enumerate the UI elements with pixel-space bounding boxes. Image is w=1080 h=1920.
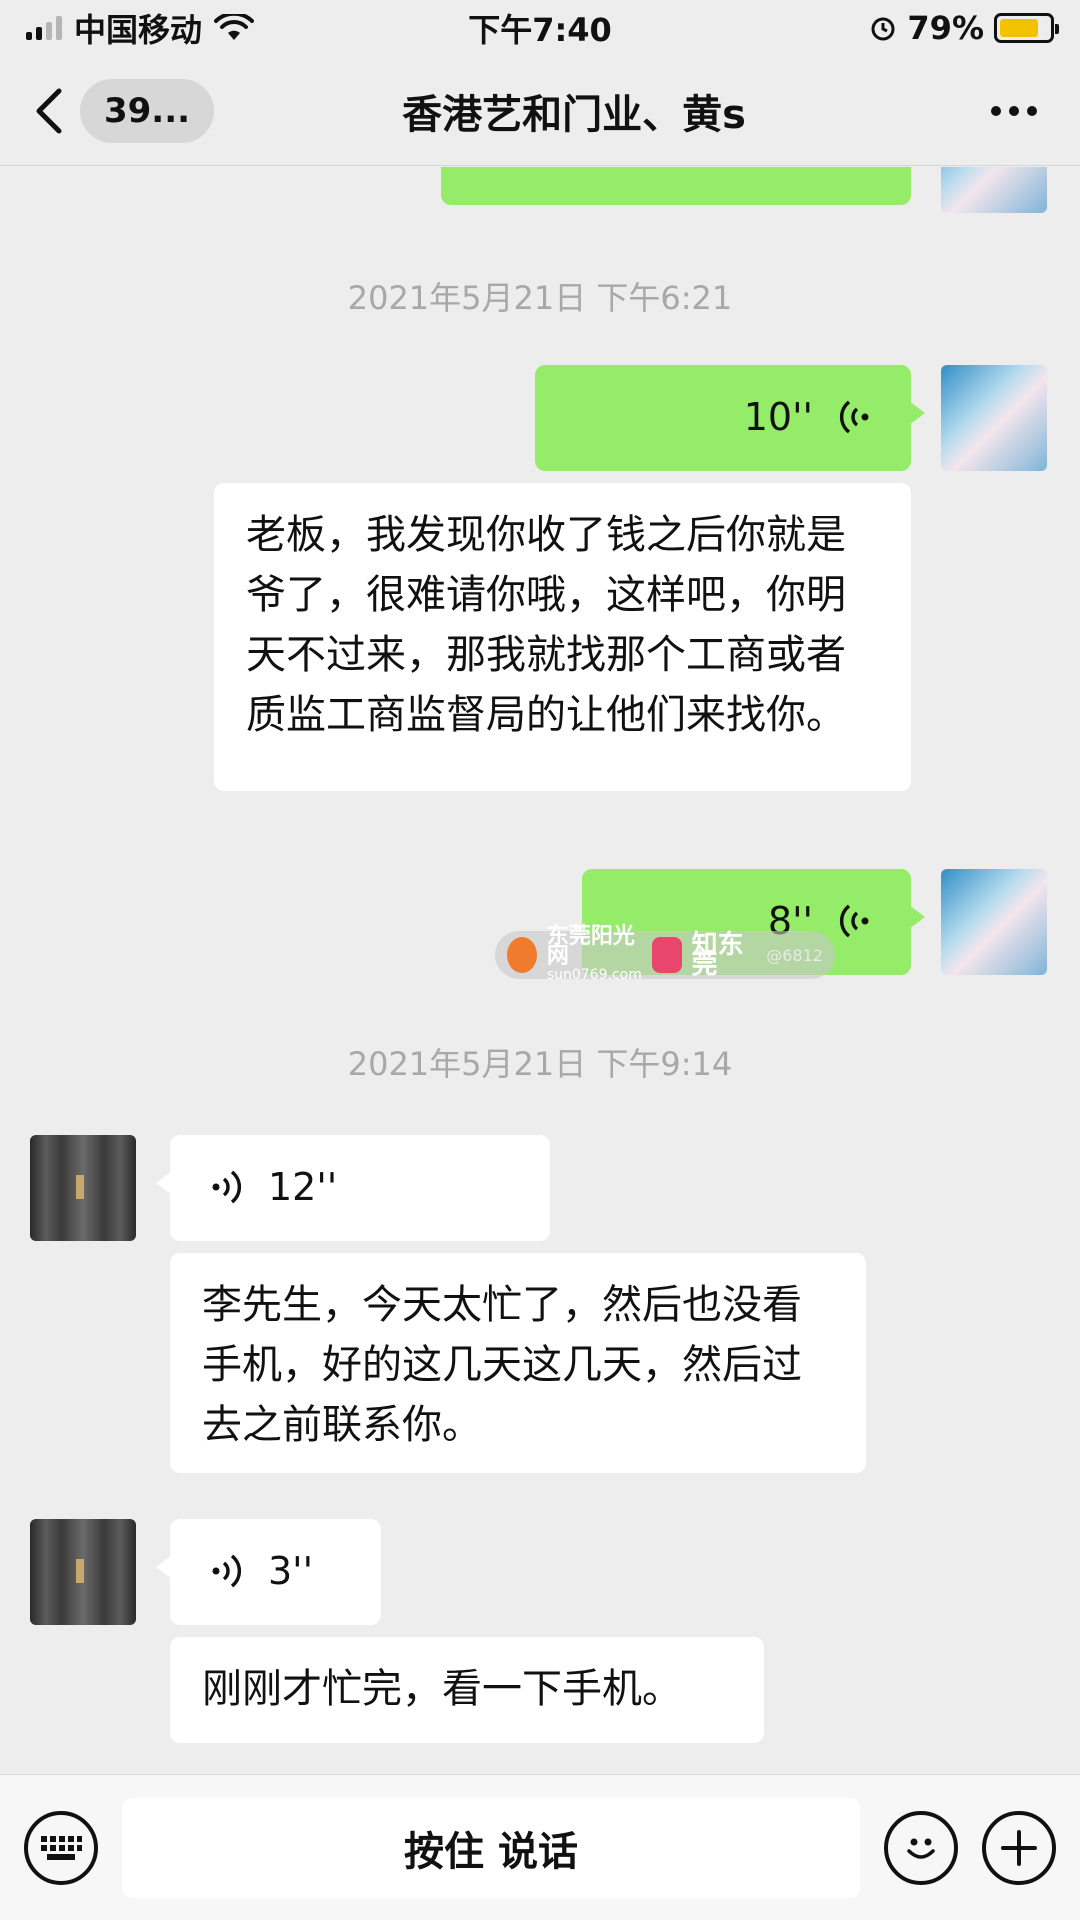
zhi-logo-icon: [651, 937, 682, 973]
smiley-icon: [907, 1838, 935, 1859]
keyboard-icon: [41, 1835, 82, 1860]
more-functions-button[interactable]: [982, 1810, 1056, 1885]
contact-avatar[interactable]: [30, 1519, 136, 1625]
status-bar: 中国移动 下午7:40 79%: [0, 0, 1080, 56]
voice-transcription[interactable]: 李先生，今天太忙了，然后也没看手机，好的这几天这几天，然后过去之前联系你。: [170, 1253, 866, 1473]
my-avatar[interactable]: [941, 365, 1047, 471]
voice-message[interactable]: 3'': [156, 1519, 381, 1625]
input-bar: 按住 说话: [0, 1774, 1080, 1920]
back-button[interactable]: [26, 81, 70, 141]
alarm-icon: [871, 17, 895, 41]
voice-wave-icon: [839, 400, 869, 434]
chevron-left-icon: [36, 88, 62, 133]
more-options-button[interactable]: [974, 81, 1054, 141]
battery-percent: 79%: [907, 9, 984, 47]
signal-icon: [26, 16, 62, 40]
battery-icon: [994, 13, 1059, 43]
voice-transcription[interactable]: 老板，我发现你收了钱之后你就是爷了，很难请你哦，这样吧，你明天不过来，那我就找那…: [214, 483, 911, 791]
voice-message[interactable]: 10'': [535, 365, 925, 471]
my-avatar[interactable]: [941, 869, 1047, 975]
voice-wave-icon: [839, 904, 869, 938]
dot: [991, 105, 1001, 116]
voice-duration: 10'': [743, 395, 813, 439]
message-text: 刚刚才忙完，看一下手机。: [202, 1666, 682, 1712]
timestamp: 2021年5月21日 下午9:14: [347, 1045, 733, 1083]
plus-icon: [1001, 1829, 1037, 1866]
message-list[interactable]: 2021年5月21日 下午6:21 10'' 老板，我发现你收了钱之后你就是爷了…: [0, 167, 1080, 1774]
voice-transcription[interactable]: 刚刚才忙完，看一下手机。: [170, 1637, 764, 1743]
keyboard-toggle-button[interactable]: [24, 1810, 98, 1885]
message-text: 李先生，今天太忙了，然后也没看手机，好的这几天这几天，然后过去之前联系你。: [202, 1282, 802, 1448]
watermark: 东莞阳光网 sun0769.com 知东莞 @6812: [495, 926, 835, 983]
hold-to-talk-button[interactable]: 按住 说话: [122, 1797, 860, 1898]
message-bubble-partial[interactable]: [441, 167, 911, 205]
watermark-brand-2: 知东莞: [691, 930, 744, 980]
emoji-button[interactable]: [884, 1810, 958, 1885]
wifi-icon: [214, 14, 255, 40]
dot: [1009, 105, 1019, 116]
sun-logo-icon: [507, 937, 537, 973]
voice-message[interactable]: 12'': [156, 1135, 550, 1241]
watermark-handle: @6812: [766, 945, 823, 965]
dot: [1027, 105, 1037, 116]
my-avatar[interactable]: [941, 167, 1047, 213]
voice-wave-icon: [212, 1170, 242, 1204]
message-text: 老板，我发现你收了钱之后你就是爷了，很难请你哦，这样吧，你明天不过来，那我就找那…: [246, 512, 846, 738]
timestamp: 2021年5月21日 下午6:21: [347, 279, 733, 317]
voice-duration: 12'': [268, 1165, 338, 1209]
watermark-url: sun0769.com: [546, 967, 642, 983]
unread-count-badge[interactable]: 39...: [80, 78, 214, 143]
watermark-brand: 东莞阳光网: [546, 924, 635, 969]
voice-wave-icon: [212, 1554, 242, 1588]
chat-title: 香港艺和门业、黄s: [402, 91, 746, 138]
contact-avatar[interactable]: [30, 1135, 136, 1241]
voice-duration: 3'': [268, 1549, 314, 1593]
clock: 下午7:40: [468, 11, 612, 49]
chat-header: 39... 香港艺和门业、黄s: [0, 56, 1080, 166]
carrier-label: 中国移动: [74, 11, 203, 49]
